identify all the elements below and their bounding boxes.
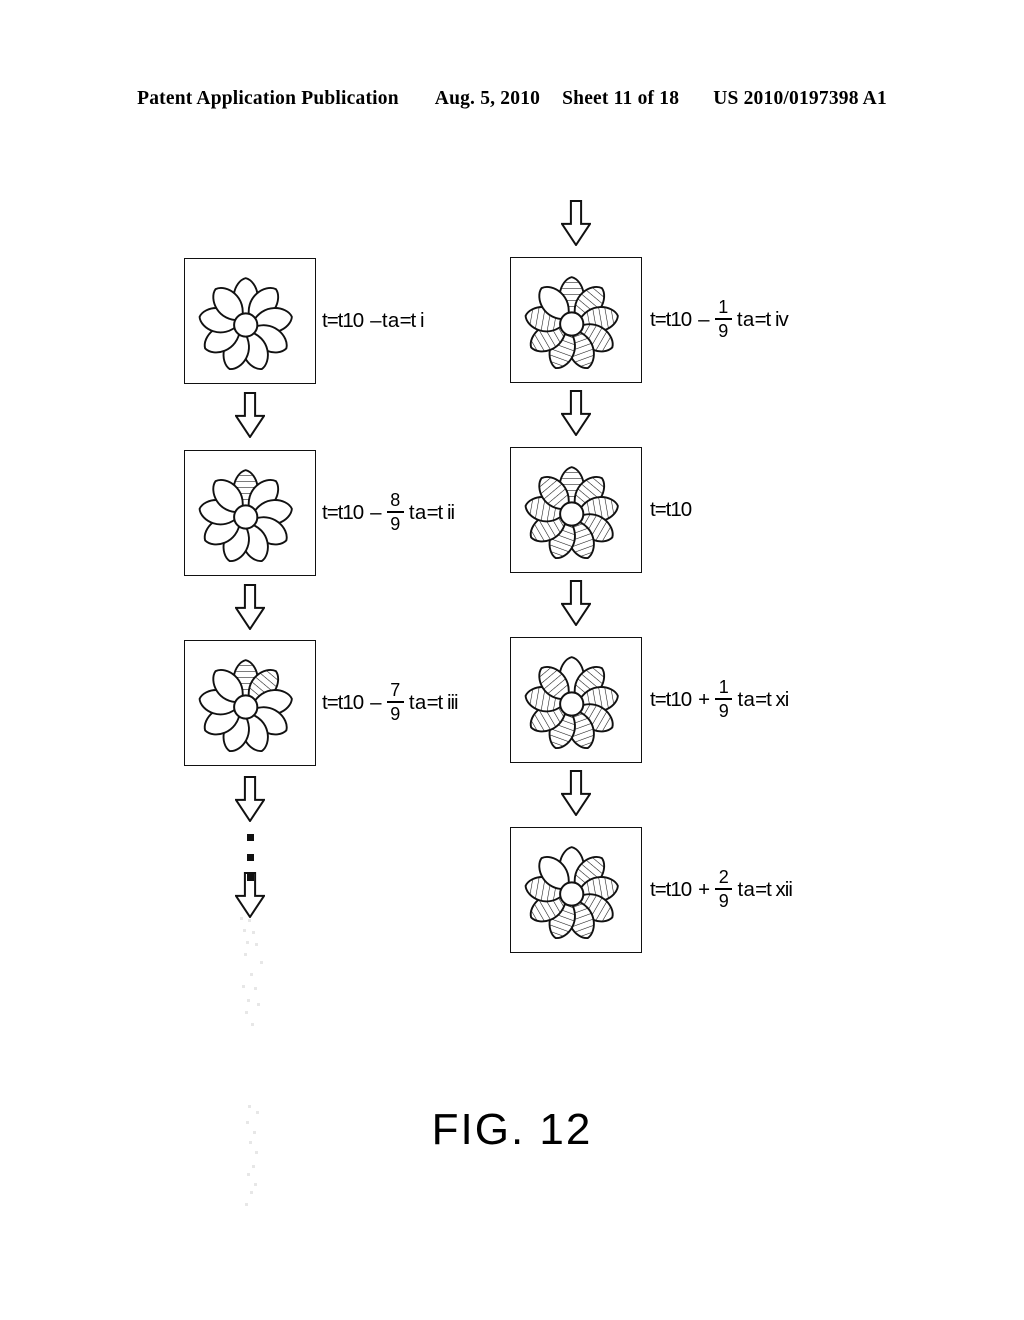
fraction-numerator: 1	[718, 677, 730, 697]
flower-graphic	[524, 846, 619, 939]
label-operator: –	[370, 309, 382, 332]
label-operator: +	[698, 688, 711, 711]
label-prefix: t=t10	[322, 501, 364, 524]
fraction-numerator: 2	[718, 867, 730, 887]
label-middle: ta	[737, 688, 756, 711]
down-arrow-icon	[234, 392, 266, 439]
label-fraction: 19	[714, 297, 732, 341]
label-suffix: =t xii	[755, 878, 793, 901]
flower-core	[233, 694, 259, 720]
flower-core	[559, 881, 585, 907]
label-fraction: 79	[386, 680, 404, 724]
diagram-box	[510, 257, 642, 383]
label-operator: –	[370, 691, 382, 714]
label-middle: ta	[408, 691, 427, 714]
down-arrow-icon	[234, 584, 266, 631]
diagram-box	[510, 637, 642, 763]
label-prefix: t=t10	[322, 309, 364, 332]
cell-label: t=t10–7 9 ta =t iii	[322, 681, 459, 723]
header-publication: Patent Application Publication	[137, 88, 399, 109]
flower-core	[559, 311, 585, 337]
label-prefix: t=t10	[650, 878, 692, 901]
down-arrow-icon	[234, 776, 266, 823]
header-date: Aug. 5, 2010	[434, 88, 541, 109]
header-patent-number: US 2010/0197398 A1	[713, 88, 887, 109]
diagram-box	[184, 450, 316, 576]
vertical-ellipsis-icon	[247, 834, 254, 881]
fraction-denominator: 9	[718, 701, 730, 721]
fraction-denominator: 9	[390, 704, 401, 724]
down-arrow-icon	[560, 390, 592, 437]
fraction-bar	[715, 888, 733, 890]
label-operator: –	[698, 308, 710, 331]
down-arrow-icon	[560, 580, 592, 627]
down-arrow-icon	[560, 770, 592, 817]
fraction-numerator: 1	[718, 297, 729, 317]
flower-graphic	[524, 466, 619, 559]
label-prefix: t=t10	[650, 308, 692, 331]
fraction-bar	[714, 318, 732, 320]
label-suffix: =t i	[399, 309, 425, 332]
label-prefix: t=t10	[322, 691, 364, 714]
label-prefix: t=t10	[650, 498, 692, 521]
scan-artifact	[236, 915, 276, 1215]
flower-graphic	[198, 659, 293, 752]
figure-caption: FIG. 12	[431, 1105, 593, 1154]
cell-label: t=t10 +1 9 ta =t xi	[650, 678, 789, 720]
label-fraction: 29	[715, 867, 733, 911]
flower-graphic	[198, 469, 293, 562]
label-middle: ta	[736, 308, 755, 331]
label-operator: +	[698, 878, 711, 901]
diagram-box	[184, 258, 316, 384]
label-suffix: =t iv	[754, 308, 789, 331]
diagram-box	[184, 640, 316, 766]
label-fraction: 89	[386, 490, 404, 534]
fraction-numerator: 7	[390, 680, 401, 700]
label-middle: ta	[381, 309, 400, 332]
flower-graphic	[524, 276, 619, 369]
flower-graphic	[198, 277, 293, 370]
patent-drawing-sheet: Patent Application Publication Aug. 5, 20…	[0, 0, 1024, 1320]
label-suffix: =t xi	[755, 688, 789, 711]
fraction-bar	[386, 701, 404, 703]
label-middle: ta	[408, 501, 427, 524]
fraction-denominator: 9	[390, 514, 401, 534]
fraction-bar	[386, 511, 404, 513]
flower-core	[559, 691, 585, 717]
diagram-box	[510, 447, 642, 573]
cell-label: t=t10– ta =t i	[322, 304, 424, 338]
cell-label: t=t10–8 9 ta =t ii	[322, 491, 456, 533]
label-suffix: =t ii	[426, 501, 456, 524]
flower-core	[233, 312, 259, 338]
label-middle: ta	[737, 878, 756, 901]
flower-core	[233, 504, 259, 530]
fraction-denominator: 9	[718, 321, 729, 341]
header-sheet: Sheet 11 of 18	[562, 88, 680, 109]
fraction-numerator: 8	[390, 490, 401, 510]
cell-label: t=t10 +2 9 ta =t xii	[650, 868, 793, 910]
fraction-denominator: 9	[718, 891, 730, 911]
cell-label: t=t10–1 9 ta =t iv	[650, 298, 789, 340]
sheet-header: Patent Application Publication Aug. 5, 20…	[0, 88, 1024, 110]
fraction-bar	[715, 698, 733, 700]
flower-graphic	[524, 656, 619, 749]
flower-core	[559, 501, 585, 527]
label-prefix: t=t10	[650, 688, 692, 711]
label-operator: –	[370, 501, 382, 524]
label-suffix: =t iii	[426, 691, 459, 714]
cell-label: t=t10	[650, 493, 692, 527]
down-arrow-icon	[560, 200, 592, 247]
diagram-box	[510, 827, 642, 953]
label-fraction: 19	[715, 677, 733, 721]
